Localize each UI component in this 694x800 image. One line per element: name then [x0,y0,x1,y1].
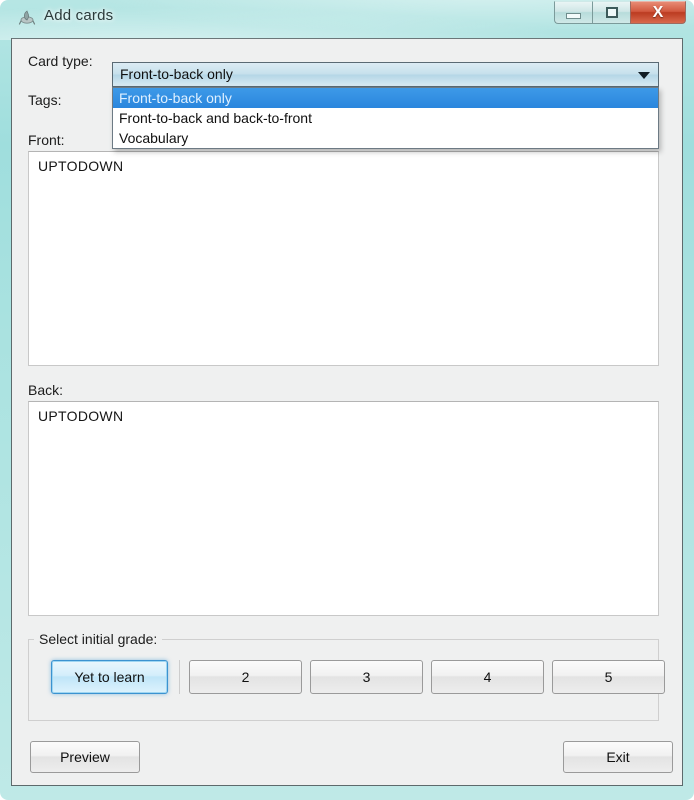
client-area: Card type: Tags: Front: Back: Front-to-b… [11,38,683,786]
window-title: Add cards [44,7,114,24]
maximize-icon [605,7,618,18]
dropdown-option-front-to-back-and-back-to-front[interactable]: Front-to-back and back-to-front [113,108,658,128]
card-type-selected-value: Front-to-back only [120,66,233,82]
dropdown-option-vocabulary[interactable]: Vocabulary [113,128,658,148]
preview-button[interactable]: Preview [30,741,140,773]
chevron-down-icon[interactable] [638,72,650,79]
grade-button-yet-to-learn[interactable]: Yet to learn [51,660,168,694]
application-window: Add cards X Card type: Tags: Front: Back… [0,0,694,800]
exit-button[interactable]: Exit [563,741,673,773]
maximize-button[interactable] [592,1,630,24]
minimize-icon [566,13,581,19]
grade-button-yet-to-learn-label: Yet to learn [74,669,145,685]
front-text-value: UPTODOWN [38,158,124,174]
front-label: Front: [28,132,65,148]
title-bar[interactable]: Add cards X [0,0,694,38]
grade-button-3-label: 3 [362,669,371,685]
card-type-combobox[interactable]: Front-to-back only [112,62,659,87]
back-textarea[interactable]: UPTODOWN [28,401,659,616]
dropdown-option-front-to-back-only[interactable]: Front-to-back only [113,88,658,108]
back-text-value: UPTODOWN [38,408,124,424]
back-label: Back: [28,382,64,398]
grade-separator [179,660,180,694]
minimize-button[interactable] [554,1,592,24]
grade-button-2[interactable]: 2 [189,660,302,694]
select-initial-grade-label: Select initial grade: [34,631,163,647]
grade-button-5-label: 5 [604,669,613,685]
card-type-dropdown-list[interactable]: Front-to-back only Front-to-back and bac… [112,87,659,149]
grade-button-4[interactable]: 4 [431,660,544,694]
preview-button-label: Preview [60,749,110,765]
grade-button-5[interactable]: 5 [552,660,665,694]
add-cards-icon [18,10,36,25]
card-type-label: Card type: [28,53,93,69]
window-controls: X [554,1,686,25]
exit-button-label: Exit [606,749,630,765]
tags-label: Tags: [28,92,62,108]
close-icon: X [652,3,664,21]
grade-button-2-label: 2 [241,669,250,685]
close-button[interactable]: X [630,1,686,24]
grade-button-3[interactable]: 3 [310,660,423,694]
front-textarea[interactable]: UPTODOWN [28,151,659,366]
grade-button-4-label: 4 [483,669,492,685]
